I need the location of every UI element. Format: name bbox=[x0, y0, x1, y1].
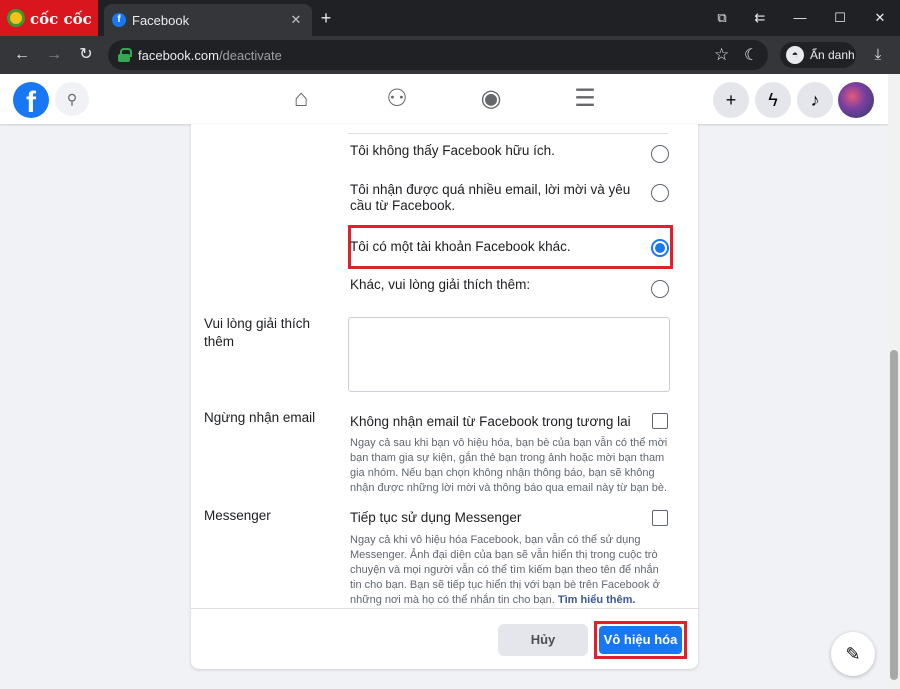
close-window-icon[interactable]: ✕ bbox=[868, 8, 892, 28]
new-tab-button[interactable]: + bbox=[316, 8, 336, 28]
tab-search-icon[interactable]: ⧉ bbox=[710, 8, 734, 28]
reason-radio-other[interactable] bbox=[651, 280, 669, 298]
forward-icon[interactable]: → bbox=[42, 43, 66, 67]
reason-label-another-account: Tôi có một tài khoản Facebook khác. bbox=[350, 239, 571, 254]
messenger-checkbox[interactable] bbox=[652, 510, 668, 526]
plus-icon[interactable]: + bbox=[713, 82, 749, 118]
notifications-icon[interactable]: ♪ bbox=[797, 82, 833, 118]
deactivate-button[interactable]: Vô hiệu hóa bbox=[599, 626, 682, 654]
reason-label-too-many-emails: Tôi nhận được quá nhiều email, lời mời v… bbox=[350, 182, 631, 213]
email-optout-label: Không nhận email từ Facebook trong tương… bbox=[350, 414, 631, 429]
messenger-label: Tiếp tục sử dụng Messenger bbox=[350, 510, 522, 525]
deactivate-highlight: Vô hiệu hóa bbox=[594, 621, 687, 659]
incognito-label: Ẩn danh bbox=[810, 48, 855, 62]
email-section-label: Ngừng nhận email bbox=[204, 410, 316, 425]
reason-radio-too-many-emails[interactable] bbox=[651, 184, 669, 202]
browser-toolbar: ← → ↻ facebook.com/deactivate ☆ ☾ ◓ Ẩn d… bbox=[0, 36, 900, 74]
reason-radio-another-account[interactable] bbox=[651, 239, 669, 257]
incognito-icon: ◓ bbox=[786, 46, 804, 64]
search-icon[interactable]: ⚲ bbox=[55, 82, 89, 116]
new-message-icon[interactable]: ✎ bbox=[831, 632, 875, 676]
back-icon[interactable]: ← bbox=[10, 43, 34, 67]
home-icon[interactable]: ⌂ bbox=[286, 84, 316, 114]
brand-name: cốc cốc bbox=[30, 10, 92, 28]
url-text[interactable]: facebook.com/deactivate bbox=[138, 48, 282, 63]
facebook-logo[interactable]: f bbox=[13, 82, 49, 118]
tab-facebook[interactable]: f Facebook ✕ bbox=[104, 4, 312, 36]
messenger-icon[interactable]: ϟ bbox=[755, 82, 791, 118]
tab-title: Facebook bbox=[132, 13, 190, 28]
address-bar[interactable]: facebook.com/deactivate ☆ ☾ bbox=[108, 40, 768, 70]
dialog-footer-divider bbox=[191, 608, 698, 609]
sidebar-icon[interactable]: ⇇ bbox=[748, 8, 772, 28]
avatar[interactable] bbox=[838, 82, 874, 118]
explain-label: Vui lòng giải thích thêm bbox=[204, 316, 311, 349]
tab-close-icon[interactable]: ✕ bbox=[286, 10, 306, 30]
email-optout-help: Ngay cả sau khi bạn vô hiệu hóa, bạn bè … bbox=[350, 437, 668, 494]
scrollbar-thumb[interactable] bbox=[890, 350, 898, 680]
reason-label-other: Khác, vui lòng giải thích thêm: bbox=[350, 277, 531, 292]
reason-label-not-useful: Tôi không thấy Facebook hữu ích. bbox=[350, 143, 555, 158]
coccoc-brand[interactable]: cốc cốc bbox=[0, 0, 98, 36]
learn-more-link[interactable]: Tìm hiểu thêm. bbox=[558, 594, 636, 606]
deactivate-dialog: Tôi không thấy Facebook hữu ích. Tôi nhậ… bbox=[191, 124, 698, 669]
explain-textarea[interactable] bbox=[348, 317, 670, 392]
cancel-button[interactable]: Hủy bbox=[498, 624, 588, 656]
messenger-help: Ngay cả khi vô hiệu hóa Facebook, bạn vẫ… bbox=[350, 534, 660, 606]
divider bbox=[348, 133, 668, 134]
menu-icon[interactable]: ☰ bbox=[570, 84, 600, 114]
lock-icon bbox=[118, 48, 132, 62]
minimize-icon[interactable]: — bbox=[788, 8, 812, 28]
coccoc-logo-icon bbox=[7, 9, 25, 27]
email-optout-checkbox[interactable] bbox=[652, 413, 668, 429]
browser-tabstrip: cốc cốc f Facebook ✕ + ⧉ ⇇ — ☐ ✕ bbox=[0, 0, 900, 36]
dark-mode-icon[interactable]: ☾ bbox=[744, 45, 758, 65]
page-scrollbar[interactable] bbox=[888, 74, 900, 689]
download-icon[interactable]: ⤓ bbox=[866, 43, 890, 67]
facebook-favicon-icon: f bbox=[112, 13, 126, 27]
friends-icon[interactable]: ⚇ bbox=[382, 84, 412, 114]
maximize-icon[interactable]: ☐ bbox=[828, 8, 852, 28]
bookmark-star-icon[interactable]: ☆ bbox=[714, 45, 729, 65]
messenger-section-label: Messenger bbox=[204, 508, 271, 523]
groups-icon[interactable]: ◉ bbox=[476, 84, 506, 114]
reload-icon[interactable]: ↻ bbox=[74, 43, 98, 67]
incognito-badge[interactable]: ◓ Ẩn danh bbox=[780, 42, 856, 68]
facebook-header: f ⚲ ⌂ ⚇ ◉ ☰ + ϟ ♪ bbox=[0, 74, 888, 124]
reason-radio-not-useful[interactable] bbox=[651, 145, 669, 163]
